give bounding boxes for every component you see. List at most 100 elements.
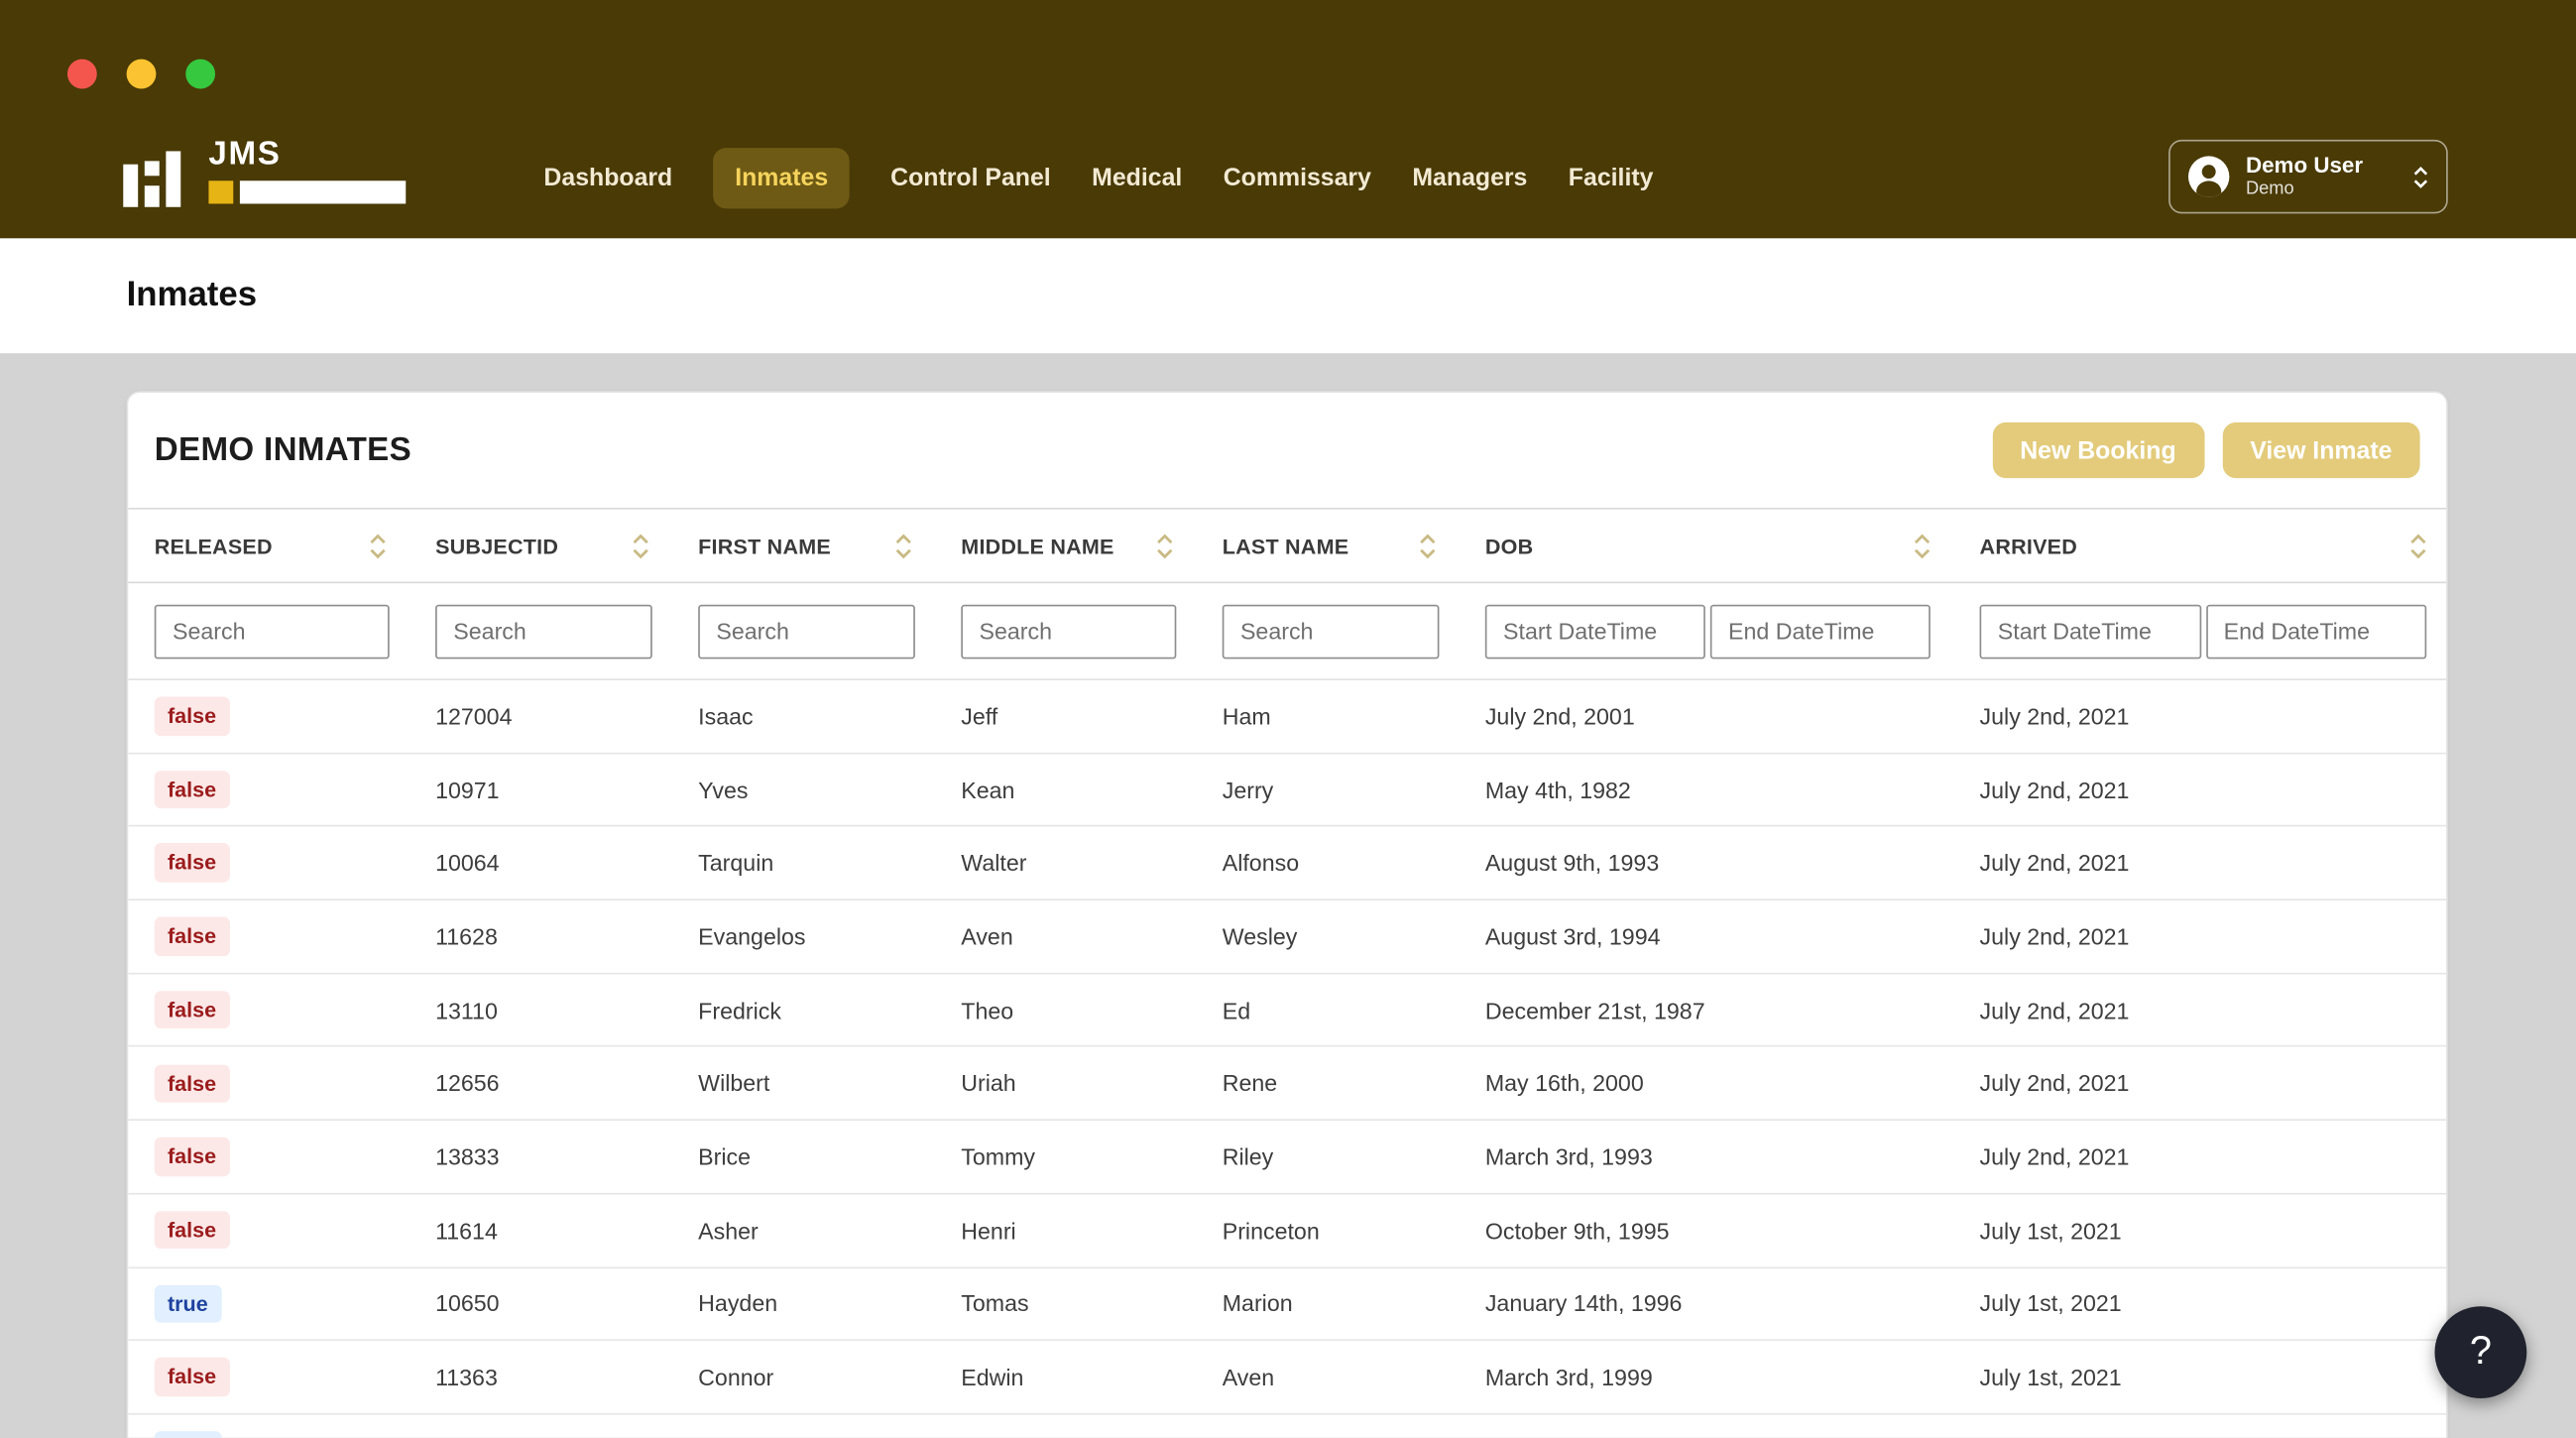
cell-arrived: July 2nd, 2021 — [1979, 849, 2130, 877]
nav-item-dashboard[interactable]: Dashboard — [543, 164, 672, 191]
table-row[interactable]: false 10971 Yves Kean Jerry May 4th, 198… — [128, 754, 2447, 828]
cell-released: false — [128, 990, 409, 1029]
sort-icon — [1157, 533, 1173, 558]
cell-arrived: July 1st, 2021 — [1979, 1217, 2122, 1244]
cell-last-name: Ed — [1222, 997, 1251, 1023]
cell-dob: January 14th, 1996 — [1484, 1290, 1683, 1317]
cell-subjectid: 10971 — [435, 776, 500, 803]
cell-first-name: Brice — [698, 1143, 752, 1170]
page-header: Inmates — [0, 238, 2576, 354]
cell-last-name: Jerry — [1222, 776, 1274, 803]
cell-released: false — [128, 1063, 409, 1103]
released-badge: true — [154, 1283, 221, 1323]
cell-dob: May 4th, 1982 — [1484, 776, 1631, 803]
dob-start-datetime-input[interactable] — [1484, 603, 1705, 659]
cell-first-name: Asher — [698, 1217, 759, 1244]
nav-item-medical[interactable]: Medical — [1092, 164, 1182, 191]
inmates-panel: DEMO INMATES New Booking View Inmate REL… — [126, 391, 2448, 1438]
sort-icon — [1914, 533, 1931, 558]
view-inmate-button[interactable]: View Inmate — [2222, 421, 2420, 479]
table-row[interactable]: false 13110 Fredrick Theo Ed December 21… — [128, 974, 2447, 1048]
table-row[interactable]: false 12656 Wilbert Uriah Rene May 16th,… — [128, 1047, 2447, 1122]
nav-item-commissary[interactable]: Commissary — [1224, 164, 1371, 191]
arrived-start-datetime-input[interactable] — [1979, 603, 2201, 659]
user-role: Demo — [2245, 179, 2294, 199]
nav-item-managers[interactable]: Managers — [1412, 164, 1527, 191]
cell-dob: July 2nd, 2001 — [1484, 702, 1635, 730]
column-header-middle-name[interactable]: MIDDLE NAME — [935, 530, 1196, 560]
cell-middle-name: Edwin — [961, 1364, 1024, 1390]
cell-first-name: Connor — [698, 1364, 774, 1390]
cell-arrived: July 1st, 2021 — [1979, 1290, 2122, 1317]
cell-released: false — [128, 1358, 409, 1397]
released-search-input[interactable] — [154, 603, 390, 659]
help-button[interactable]: ? — [2434, 1306, 2527, 1399]
cell-dob: August 9th, 1993 — [1484, 849, 1660, 877]
table-row[interactable]: false 10064 Tarquin Walter Alfonso Augus… — [128, 827, 2447, 901]
window-minimize-button[interactable] — [126, 59, 157, 89]
cell-dob: August 3rd, 1994 — [1484, 923, 1661, 950]
table-row[interactable]: true 10650 Hayden Tomas Marion January 1… — [128, 1267, 2447, 1342]
sort-icon — [1420, 533, 1436, 558]
nav-item-inmates[interactable]: Inmates — [713, 147, 850, 208]
cell-subjectid: 127004 — [435, 702, 513, 730]
column-header-released[interactable]: RELEASED — [128, 530, 409, 560]
top-header: JMS Dashboard Inmates Control Panel Medical… — [0, 0, 2576, 239]
column-header-first-name[interactable]: FIRST NAME — [672, 530, 935, 560]
table-row[interactable]: false 13833 Brice Tommy Riley March 3rd,… — [128, 1121, 2447, 1195]
middle-name-search-input[interactable] — [961, 603, 1177, 659]
cell-middle-name: Jeff — [961, 702, 998, 730]
cell-dob: May 16th, 2000 — [1484, 1070, 1644, 1097]
released-badge: false — [154, 1063, 230, 1103]
cell-subjectid: 12656 — [435, 1070, 500, 1097]
cell-middle-name: Theo — [961, 997, 1014, 1023]
cell-dob: October 9th, 1995 — [1484, 1217, 1670, 1244]
released-badge: false — [154, 1358, 230, 1397]
main-content: DEMO INMATES New Booking View Inmate REL… — [0, 353, 2576, 1438]
dob-end-datetime-input[interactable] — [1709, 603, 1931, 659]
new-booking-button[interactable]: New Booking — [1992, 421, 2204, 479]
cell-last-name: Aven — [1222, 1364, 1275, 1390]
column-header-last-name[interactable]: LAST NAME — [1196, 530, 1459, 560]
user-avatar-icon — [2187, 156, 2230, 197]
user-menu[interactable]: Demo User Demo — [2168, 139, 2448, 214]
cell-first-name: Fredrick — [698, 997, 781, 1023]
table-filter-row — [128, 583, 2447, 680]
column-header-dob[interactable]: DOB — [1459, 530, 1953, 560]
subjectid-search-input[interactable] — [435, 603, 652, 659]
cell-middle-name: Tomas — [961, 1290, 1029, 1317]
cell-middle-name: Kean — [961, 776, 1015, 803]
table-row[interactable]: false 127004 Isaac Jeff Ham July 2nd, 20… — [128, 680, 2447, 754]
window-maximize-button[interactable] — [185, 59, 216, 89]
table-row[interactable]: false 11363 Connor Edwin Aven March 3rd,… — [128, 1341, 2447, 1415]
last-name-search-input[interactable] — [1222, 603, 1440, 659]
window-close-button[interactable] — [66, 59, 97, 89]
app-root: JMS Dashboard Inmates Control Panel Medical… — [0, 0, 2576, 1438]
cell-arrived: July 2nd, 2021 — [1979, 1143, 2130, 1170]
brand-logo[interactable]: JMS — [123, 138, 407, 210]
table-row[interactable]: false 11628 Evangelos Aven Wesley August… — [128, 900, 2447, 975]
sort-icon — [633, 533, 648, 558]
sort-icon — [370, 533, 386, 558]
table-row[interactable]: true — [128, 1414, 2446, 1438]
cell-subjectid: 11614 — [435, 1217, 498, 1244]
column-header-subjectid[interactable]: SUBJECTID — [410, 530, 672, 560]
table-row[interactable]: false 11614 Asher Henri Princeton Octobe… — [128, 1194, 2447, 1268]
cell-last-name: Wesley — [1222, 923, 1298, 950]
released-badge: false — [154, 843, 230, 883]
jms-logo-icon — [123, 138, 185, 210]
cell-subjectid: 11628 — [435, 923, 498, 950]
cell-arrived: July 1st, 2021 — [1979, 1364, 2122, 1390]
cell-last-name: Marion — [1222, 1290, 1293, 1317]
cell-first-name: Yves — [698, 776, 749, 803]
cell-subjectid: 10064 — [435, 849, 500, 877]
main-nav: Dashboard Inmates Control Panel Medical Comm… — [543, 140, 1653, 215]
column-header-arrived[interactable]: ARRIVED — [1953, 530, 2446, 560]
cell-released: false — [128, 696, 409, 736]
arrived-end-datetime-input[interactable] — [2205, 603, 2427, 659]
nav-item-control-panel[interactable]: Control Panel — [890, 164, 1051, 191]
nav-item-facility[interactable]: Facility — [1569, 164, 1654, 191]
table-body: false 127004 Isaac Jeff Ham July 2nd, 20… — [128, 680, 2447, 1438]
released-badge: false — [154, 990, 230, 1029]
first-name-search-input[interactable] — [698, 603, 915, 659]
